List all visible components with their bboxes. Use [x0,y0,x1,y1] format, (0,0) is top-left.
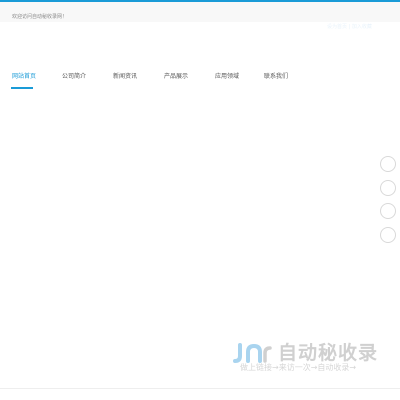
side-float-button-3[interactable] [380,203,396,219]
main-nav: 网站首页 公司简介 新闻资讯 产品展示 应用领域 联系我们 [0,60,400,100]
watermark: 自动秘收录 做上链接→来访一次→自动收录→ [232,340,392,380]
nav-item-applications[interactable]: 应用领域 [215,73,239,81]
side-float-button-1[interactable] [380,156,396,172]
nav-item-products[interactable]: 产品展示 [164,73,188,81]
side-float-button-4[interactable] [380,227,396,243]
footer-divider [0,388,400,389]
active-nav-underline [11,87,33,89]
top-right-links[interactable]: 设为首页 | 加入收藏 [327,13,372,30]
nav-item-news[interactable]: 新闻资讯 [113,73,137,81]
nav-item-home[interactable]: 网站首页 [12,73,36,81]
watermark-subtitle: 做上链接→来访一次→自动收录→ [240,363,357,372]
nav-item-contact[interactable]: 联系我们 [264,73,288,81]
welcome-text: 欢迎访问自动秘收录网！ [12,14,68,20]
nav-item-about[interactable]: 公司简介 [62,73,86,81]
side-float-button-2[interactable] [380,180,396,196]
top-right-link-text[interactable]: 设为首页 | 加入收藏 [327,24,372,30]
watermark-logo-icon [233,343,272,363]
watermark-title: 自动秘收录 [278,342,379,364]
page: 欢迎访问自动秘收录网！ 设为首页 | 加入收藏 网站首页 公司简介 新闻资讯 产… [0,0,400,400]
